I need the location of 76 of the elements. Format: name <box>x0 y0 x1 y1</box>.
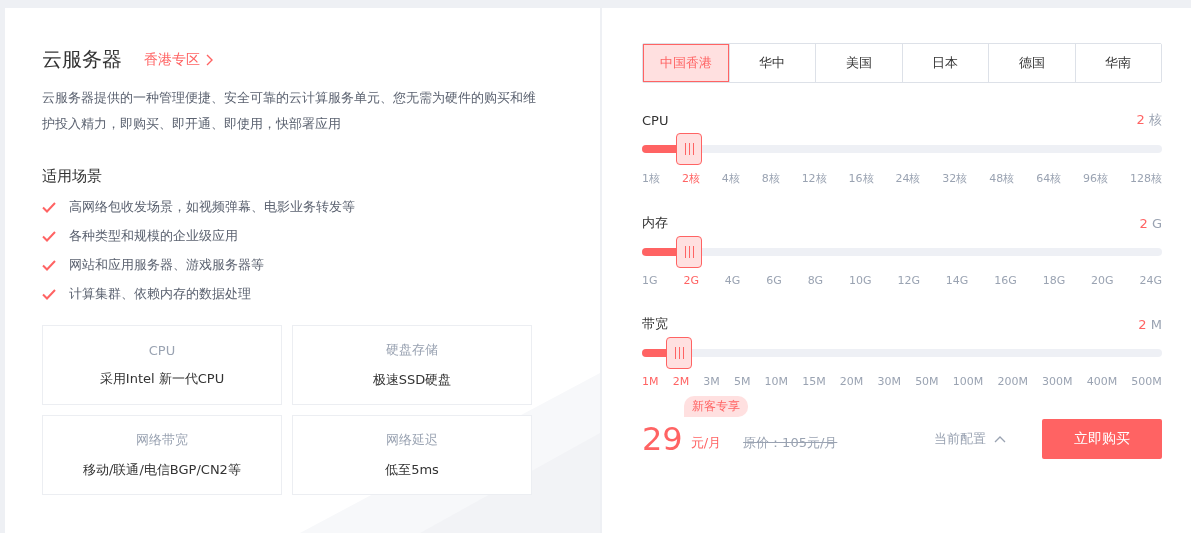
product-title: 云服务器 <box>42 46 122 73</box>
tick-label: 12G <box>897 274 920 287</box>
slider-reading: 2 G <box>1139 215 1162 231</box>
scenario-text: 高网络包收发场景，如视频弹幕、电影业务转发等 <box>69 198 355 216</box>
tick-label: 16G <box>994 274 1017 287</box>
slider-handle[interactable] <box>666 337 693 369</box>
slider-reading: 2 核 <box>1136 111 1162 129</box>
tick-label: 10G <box>849 274 872 287</box>
tick-label: 32核 <box>942 171 968 186</box>
feature-label: 网络带宽 <box>136 431 188 449</box>
tick-label: 24核 <box>895 171 921 186</box>
check-icon <box>42 230 56 242</box>
tick-label: 2核 <box>681 171 700 186</box>
tick-label: 16核 <box>848 171 874 186</box>
slider-handle[interactable] <box>676 133 703 165</box>
tick-label: 8核 <box>761 171 780 186</box>
tick-label: 14G <box>945 274 969 287</box>
slider-label: CPU <box>642 112 669 128</box>
tick-label: 300M <box>1042 375 1073 388</box>
chevron-up-icon <box>994 435 1006 443</box>
slider-handle[interactable] <box>676 236 703 268</box>
slider-track[interactable] <box>642 349 1162 357</box>
tick-label: 20M <box>839 375 864 388</box>
new-customer-badge: 新客专享 <box>684 396 748 417</box>
scenario-text: 网站和应用服务器、游戏服务器等 <box>69 256 264 274</box>
check-icon <box>42 288 56 300</box>
tick-label: 6G <box>766 274 782 287</box>
section-heading: 适用场景 <box>42 167 103 186</box>
tick-label: 18G <box>1042 274 1066 287</box>
feature-label: 硬盘存储 <box>386 341 438 359</box>
check-icon <box>42 259 56 271</box>
slider-label: 内存 <box>642 214 668 232</box>
tick-label: 500M <box>1131 375 1162 388</box>
tick-label: 24G <box>1139 274 1162 287</box>
feature-label: CPU <box>148 342 176 358</box>
feature-label: 网络延迟 <box>386 431 438 449</box>
product-description: 云服务器提供的一种管理便捷、安全可靠的云计算服务单元、您无需为硬件的购买和维护投入精力，即购买、即开通、即使用，快部署应用 <box>42 89 537 133</box>
feature-value: 低至5ms <box>385 461 439 479</box>
feature-value: 移动/联通/电信BGP/CN2等 <box>83 461 241 479</box>
slider-track[interactable] <box>642 248 1162 256</box>
tick-label: 20G <box>1091 274 1114 287</box>
scenario-text: 各种类型和规模的企业级应用 <box>69 227 238 245</box>
tick-label: 200M <box>997 375 1028 388</box>
tick-label: 12核 <box>801 171 827 186</box>
tick-label: 96核 <box>1083 171 1109 186</box>
region-tab[interactable]: 华南 <box>1074 44 1161 82</box>
price-unit: 元/月 <box>690 434 722 452</box>
scenario-text: 计算集群、依赖内存的数据处理 <box>69 285 251 303</box>
tick-label: 100M <box>952 375 984 388</box>
tick-label: 64核 <box>1036 171 1062 186</box>
tick-label: 10M <box>764 375 789 388</box>
tick-label: 2M <box>672 375 690 388</box>
tick-label: 4G <box>724 274 741 287</box>
chevron-right-icon <box>206 53 214 66</box>
original-price: 原价：105元/月 <box>743 434 838 452</box>
feature-value: 极速SSD硬盘 <box>372 371 452 389</box>
tick-label: 2G <box>683 274 699 287</box>
slider-reading: 2 M <box>1138 316 1162 332</box>
tick-label: 4核 <box>721 171 740 186</box>
tick-label: 1核 <box>642 171 660 186</box>
tick-label: 3M <box>703 375 720 388</box>
tick-label: 400M <box>1086 375 1118 388</box>
tick-label: 50M <box>915 375 939 388</box>
tick-label: 30M <box>877 375 901 388</box>
slider-label: 带宽 <box>642 315 668 333</box>
feature-value: 采用Intel 新一代CPU <box>99 369 225 388</box>
check-icon <box>42 201 56 213</box>
tick-label: 8G <box>807 274 824 287</box>
slider-track[interactable] <box>642 145 1162 153</box>
tick-label: 1G <box>642 274 658 287</box>
tick-label: 5M <box>733 375 751 388</box>
tick-label: 1M <box>642 375 659 388</box>
tick-label: 15M <box>802 375 826 388</box>
tick-label: 48核 <box>989 171 1015 186</box>
tick-label: 128核 <box>1129 171 1162 186</box>
price: 29 <box>642 420 683 458</box>
